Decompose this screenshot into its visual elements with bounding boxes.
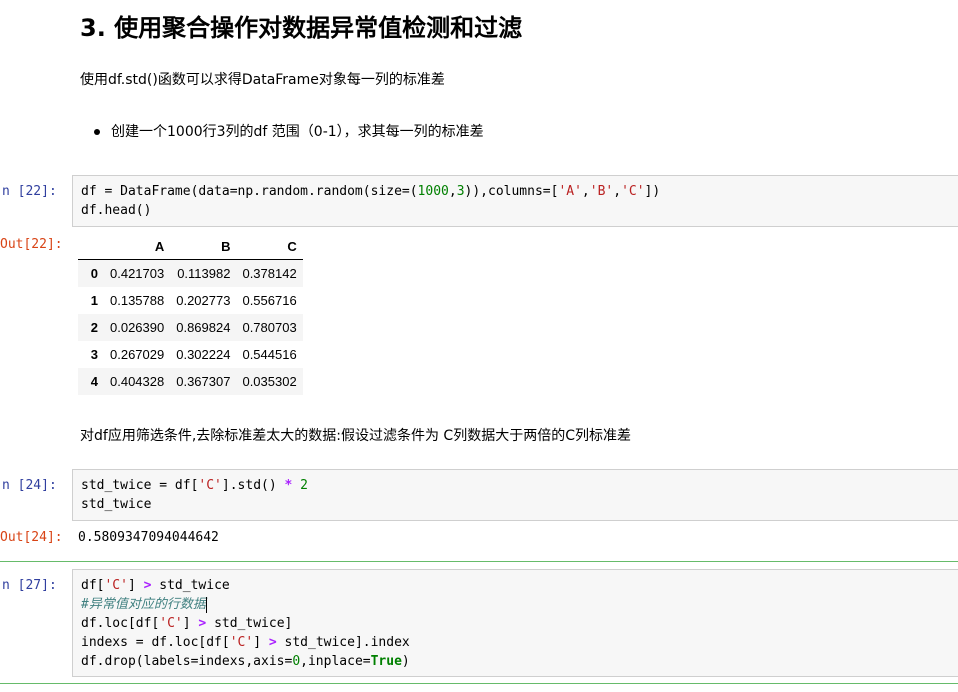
out-prompt-22: Out[22]:: [0, 237, 63, 252]
table-cell: 0.035302: [242, 374, 297, 389]
table-cell: 0.869824: [176, 320, 231, 335]
column-header: [78, 233, 104, 260]
table-cell: 0.026390: [110, 320, 165, 335]
section-heading: 3. 使用聚合操作对数据异常值检测和过滤: [80, 14, 523, 42]
table-header-row: A B C: [78, 233, 303, 260]
row-index: 3: [90, 347, 98, 362]
bullet-text: 创建一个1000行3列的df 范围（0-1），求其每一列的标准差: [111, 124, 484, 140]
out-prompt-24: Out[24]:: [0, 530, 63, 545]
bullet-dot: [94, 129, 100, 135]
table-cell: 0.780703: [242, 320, 297, 335]
table-cell: 0.378142: [242, 266, 297, 281]
table-cell: 0.367307: [176, 374, 231, 389]
table-row: 4 0.404328 0.367307 0.035302: [78, 368, 303, 395]
in-prompt-27: n [27]:: [2, 578, 57, 593]
table-cell: 0.202773: [176, 293, 231, 308]
code-24[interactable]: std_twice = df['C'].std() * 2 std_twice: [81, 476, 308, 514]
table-row: 1 0.135788 0.202773 0.556716: [78, 287, 303, 314]
table-cell: 0.267029: [110, 347, 165, 362]
dataframe-table: A B C 0 0.421703 0.113982 0.378142 1 0.1…: [78, 233, 303, 395]
table-row: 0 0.421703 0.113982 0.378142: [78, 259, 303, 287]
table-cell: 0.302224: [176, 347, 231, 362]
table-cell: 0.113982: [177, 266, 231, 281]
in-prompt-22: n [22]:: [2, 184, 57, 199]
code-cell-27[interactable]: df['C'] > std_twice #异常值对应的行数据 df.loc[df…: [72, 569, 958, 677]
table-cell: 0.135788: [110, 293, 165, 308]
row-index: 2: [90, 320, 98, 335]
text-cursor: [205, 596, 207, 613]
row-index: 1: [90, 293, 98, 308]
code-22[interactable]: df = DataFrame(data=np.random.random(siz…: [81, 182, 660, 220]
code-cell-24[interactable]: std_twice = df['C'].std() * 2 std_twice: [72, 469, 958, 521]
row-index: 4: [90, 374, 98, 389]
column-header: B: [170, 233, 237, 260]
intro-text: 使用df.std()函数可以求得DataFrame对象每一列的标准差: [80, 72, 445, 88]
table-cell: 0.556716: [242, 293, 297, 308]
code-27[interactable]: df['C'] > std_twice #异常值对应的行数据 df.loc[df…: [81, 576, 410, 671]
table-cell: 0.404328: [110, 374, 165, 389]
table-row: 3 0.267029 0.302224 0.544516: [78, 341, 303, 368]
table-cell: 0.544516: [242, 347, 297, 362]
selected-cell-top-border: [0, 561, 958, 562]
filter-text: 对df应用筛选条件,去除标准差太大的数据:假设过滤条件为 C列数据大于两倍的C列…: [80, 428, 631, 444]
table-cell: 0.421703: [110, 266, 165, 281]
column-header: C: [236, 233, 303, 260]
dataframe-output: A B C 0 0.421703 0.113982 0.378142 1 0.1…: [78, 233, 303, 395]
in-prompt-24: n [24]:: [2, 478, 57, 493]
table-row: 2 0.026390 0.869824 0.780703: [78, 314, 303, 341]
code-cell-22[interactable]: df = DataFrame(data=np.random.random(siz…: [72, 175, 958, 227]
column-header: A: [104, 233, 171, 260]
output-24: 0.5809347094044642: [78, 530, 219, 545]
row-index: 0: [90, 266, 98, 281]
selected-cell-bottom-border: [0, 683, 958, 684]
